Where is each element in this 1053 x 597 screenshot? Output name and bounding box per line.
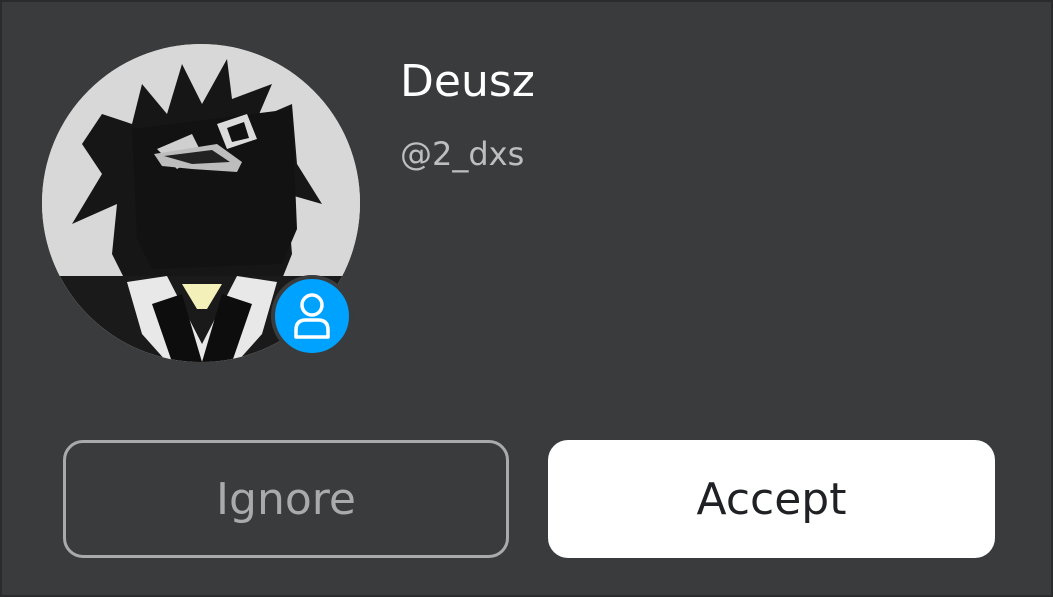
avatar-container <box>42 44 360 362</box>
friend-request-card: Deusz @2_dxs Ignore Accept <box>0 0 1053 597</box>
accept-button[interactable]: Accept <box>548 440 995 558</box>
status-badge <box>271 275 353 357</box>
ignore-button[interactable]: Ignore <box>63 440 509 558</box>
username: @2_dxs <box>400 135 525 173</box>
display-name: Deusz <box>400 56 535 107</box>
person-icon <box>294 293 330 339</box>
